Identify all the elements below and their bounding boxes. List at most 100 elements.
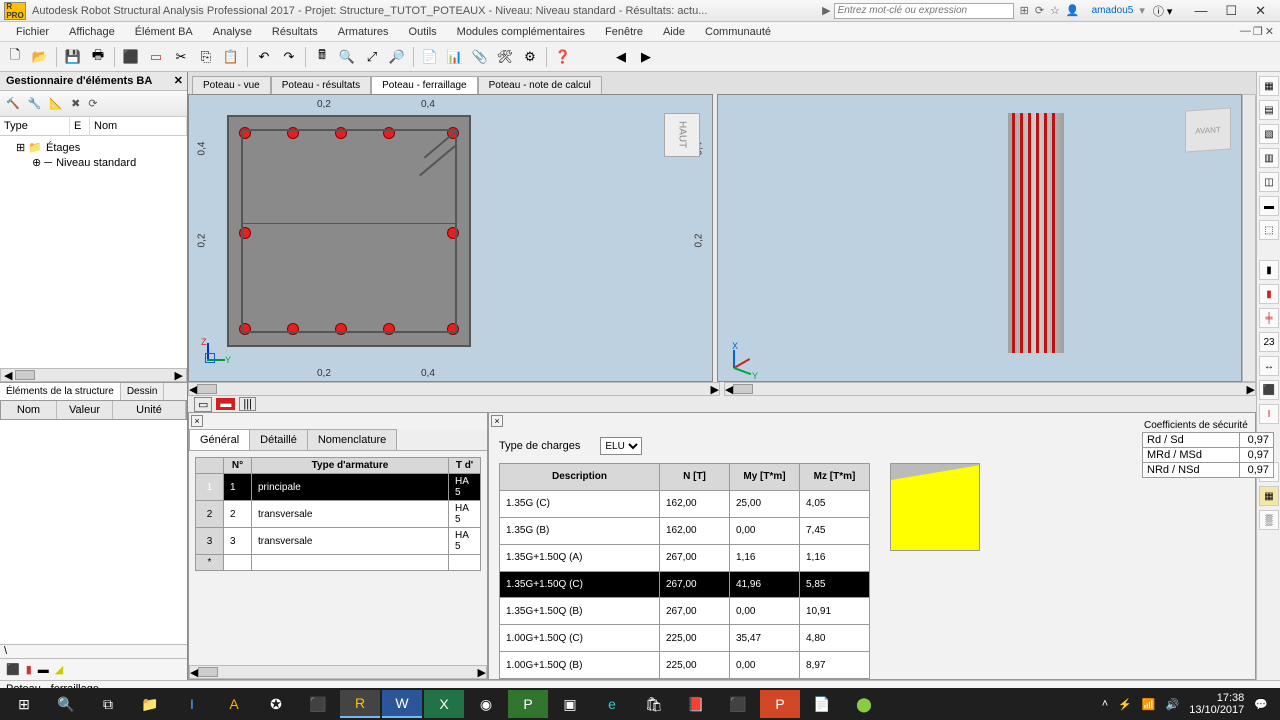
user-name[interactable]: amadou5: [1086, 5, 1140, 16]
tray-volume-icon[interactable]: 🔊: [1166, 698, 1180, 711]
new-icon[interactable]: 🗋: [4, 46, 26, 68]
tab-dessin[interactable]: Dessin: [121, 383, 165, 400]
report-icon[interactable]: 📊: [444, 46, 466, 68]
clip-icon[interactable]: 📎: [469, 46, 491, 68]
tab-elements[interactable]: Éléments de la structure: [0, 383, 121, 400]
cut-icon[interactable]: ✂: [170, 46, 192, 68]
taskbar-clock[interactable]: 17:38 13/10/2017: [1189, 692, 1244, 716]
task-app5[interactable]: ▣: [550, 690, 590, 718]
tab-detaille[interactable]: Détaillé: [249, 429, 308, 450]
task-store[interactable]: 🛍: [634, 690, 674, 718]
paste-icon[interactable]: 📋: [220, 46, 242, 68]
help-toolbar-icon[interactable]: ❓: [552, 46, 574, 68]
menu-communaute[interactable]: Communauté: [695, 24, 781, 40]
tray-up-icon[interactable]: ˄: [1102, 698, 1108, 710]
task-view[interactable]: ⧉: [88, 690, 128, 718]
side-tool-6[interactable]: ▬: [1259, 196, 1279, 216]
menu-analyse[interactable]: Analyse: [203, 24, 262, 40]
section-view[interactable]: 0,2 0,4 0,2 0,4 0,2 0,4 0,2 0,4 HAUT Z Y: [188, 94, 713, 382]
search-input[interactable]: [834, 3, 1014, 19]
maximize-button[interactable]: ☐: [1225, 3, 1237, 19]
task-app8[interactable]: 📄: [802, 690, 842, 718]
tool5-icon[interactable]: ⟳: [88, 97, 97, 110]
side-tool-3[interactable]: ▧: [1259, 124, 1279, 144]
armature-hscroll[interactable]: ◀▶: [189, 665, 487, 679]
task-excel[interactable]: X: [424, 690, 464, 718]
minimize-button[interactable]: —: [1194, 3, 1207, 19]
task-project[interactable]: P: [508, 690, 548, 718]
tree-hscroll[interactable]: ◀▶: [0, 368, 187, 382]
tray-wifi-icon[interactable]: 📶: [1142, 698, 1156, 711]
menu-resultats[interactable]: Résultats: [262, 24, 328, 40]
hscroll-right[interactable]: ◀▶: [724, 382, 1256, 396]
tool2-icon[interactable]: 🔧: [28, 97, 42, 110]
charges-select[interactable]: ELU: [600, 437, 642, 455]
task-chrome[interactable]: ◉: [466, 690, 506, 718]
foot-icon-1[interactable]: ⬛: [6, 663, 20, 676]
menu-fichier[interactable]: Fichier: [6, 24, 59, 40]
side-tool-4[interactable]: ▥: [1259, 148, 1279, 168]
menu-affichage[interactable]: Affichage: [59, 24, 125, 40]
tab-poteau-resultats[interactable]: Poteau - résultats: [271, 76, 371, 94]
task-camtasia[interactable]: ⬤: [844, 690, 884, 718]
copy-icon[interactable]: ⎘: [195, 46, 217, 68]
task-robot[interactable]: R: [340, 690, 380, 718]
zoom-in-icon[interactable]: 🔎: [386, 46, 408, 68]
side-tool-12[interactable]: ↔: [1259, 356, 1279, 376]
menu-fenetre[interactable]: Fenêtre: [595, 24, 653, 40]
side-tool-7[interactable]: ⬚: [1259, 220, 1279, 240]
charges-close[interactable]: ×: [491, 415, 503, 427]
task-word[interactable]: W: [382, 690, 422, 718]
task-app6[interactable]: 📕: [676, 690, 716, 718]
view-cube[interactable]: AVANT: [1185, 107, 1231, 152]
tray-power-icon[interactable]: ⚡: [1118, 698, 1132, 711]
menu-armatures[interactable]: Armatures: [328, 24, 399, 40]
tab-poteau-vue[interactable]: Poteau - vue: [192, 76, 271, 94]
next-icon[interactable]: ▶: [635, 46, 657, 68]
tray-notifications-icon[interactable]: 💬: [1254, 698, 1268, 711]
task-app3[interactable]: ✪: [256, 690, 296, 718]
sync-icon[interactable]: ⟳: [1035, 4, 1044, 17]
side-tool-5[interactable]: ◫: [1259, 172, 1279, 192]
tab-nomenclature[interactable]: Nomenclature: [307, 429, 397, 450]
tab-general[interactable]: Général: [189, 429, 250, 450]
side-tool-2[interactable]: ▤: [1259, 100, 1279, 120]
zoom-extents-icon[interactable]: ⤢: [361, 46, 383, 68]
element-icon[interactable]: ▭: [145, 46, 167, 68]
task-explorer[interactable]: 📁: [130, 690, 170, 718]
charges-table[interactable]: Description N [T] My [T*m] Mz [T*m] 1.35…: [499, 463, 870, 679]
vscroll-3d[interactable]: [1242, 94, 1256, 382]
3d-view[interactable]: AVANT X Y: [717, 94, 1242, 382]
mdi-restore[interactable]: ❐: [1253, 25, 1263, 38]
armature-close[interactable]: ×: [191, 415, 203, 427]
view-mode-red[interactable]: ▬: [216, 398, 235, 410]
side-tool-8[interactable]: ▮: [1259, 260, 1279, 280]
help-icon[interactable]: ⓘ ▾: [1145, 3, 1181, 19]
hammer-icon[interactable]: 🔨: [6, 97, 20, 110]
tree-root[interactable]: ⊞ 📁 Étages: [4, 140, 183, 155]
side-tool-17[interactable]: ▒: [1259, 510, 1279, 530]
options-icon[interactable]: 🛠: [494, 46, 516, 68]
undo-icon[interactable]: ↶: [253, 46, 275, 68]
tab-poteau-note[interactable]: Poteau - note de calcul: [478, 76, 602, 94]
section-icon[interactable]: ⬛: [120, 46, 142, 68]
foot-icon-3[interactable]: ▬: [38, 664, 49, 676]
mdi-close[interactable]: ✕: [1265, 25, 1274, 38]
armature-table[interactable]: N°Type d'armatureT d' 11principaleHA 5 2…: [195, 457, 481, 571]
foot-icon-2[interactable]: ▮: [26, 663, 32, 676]
save-icon[interactable]: 💾: [62, 46, 84, 68]
zoom-window-icon[interactable]: 🔍: [336, 46, 358, 68]
user-icon[interactable]: 👤: [1066, 4, 1080, 17]
task-search[interactable]: 🔍: [46, 690, 86, 718]
tool4-icon[interactable]: ✖: [71, 97, 80, 110]
tool3-icon[interactable]: 📐: [49, 97, 63, 110]
rebar-icon[interactable]: ⚙: [519, 46, 541, 68]
menu-aide[interactable]: Aide: [653, 24, 695, 40]
star-icon[interactable]: ☆: [1050, 4, 1060, 17]
start-button[interactable]: ⊞: [4, 690, 44, 718]
task-internet[interactable]: e: [592, 690, 632, 718]
print-icon[interactable]: 🖶: [87, 46, 109, 68]
task-app1[interactable]: I: [172, 690, 212, 718]
side-tool-11[interactable]: 23: [1259, 332, 1279, 352]
task-ppt[interactable]: P: [760, 690, 800, 718]
